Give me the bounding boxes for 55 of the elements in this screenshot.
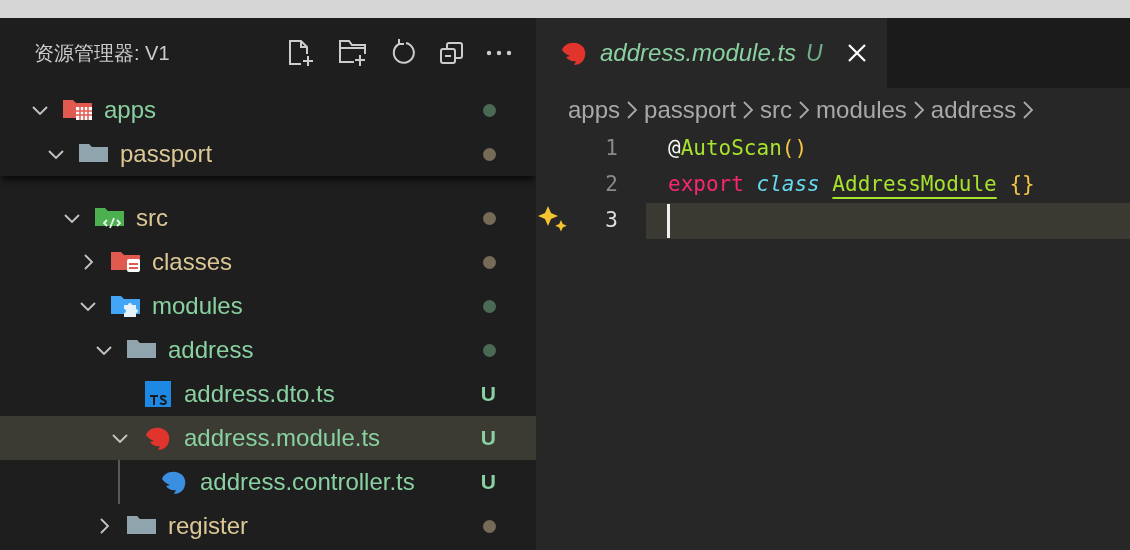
tree-item[interactable]: modules (0, 284, 536, 328)
text-cursor (667, 204, 670, 238)
tree-item[interactable]: address (0, 328, 536, 372)
chevron-right-icon (626, 99, 639, 120)
file-name: classes (152, 247, 233, 277)
breadcrumb[interactable]: apps (568, 91, 621, 128)
breadcrumb[interactable]: passport (644, 91, 737, 128)
typescript-file-icon (142, 381, 174, 407)
breadcrumb[interactable]: modules (816, 91, 907, 128)
tree-item[interactable]: address.module.ts U (0, 416, 536, 460)
tree-item[interactable]: classes (0, 240, 536, 284)
close-icon[interactable] (846, 43, 867, 63)
tab-title: address.module.ts (600, 38, 797, 68)
tree-item[interactable]: address.dto.ts U (0, 372, 536, 416)
file-name: address.dto.ts (184, 379, 335, 409)
file-name: passport (120, 139, 213, 169)
file-name: src (136, 203, 168, 233)
folder-grid-icon (62, 97, 94, 123)
chevron-right-icon (798, 99, 811, 120)
line-number: 1 (605, 135, 618, 163)
panel-title: 资源管理器: V1 (34, 41, 170, 66)
file-name: apps (104, 95, 157, 125)
tree-item[interactable]: passport (0, 132, 536, 176)
code-line: @AutoScan() (667, 135, 809, 163)
tree-item[interactable]: register (0, 504, 536, 548)
tree-item[interactable]: apps (0, 88, 536, 132)
tree-item[interactable]: src (0, 196, 536, 240)
file-name: address (168, 335, 254, 365)
folder-puzzle-icon (110, 293, 142, 319)
refresh-icon[interactable] (390, 39, 418, 67)
git-status-letter: U (806, 38, 823, 68)
chevron-right-icon (742, 99, 755, 120)
file-name: address.controller.ts (200, 467, 415, 497)
tree-item[interactable]: address.controller.ts U (0, 460, 536, 504)
editor-tab[interactable]: address.module.ts U (536, 18, 887, 88)
git-status-letter: U (480, 381, 496, 408)
folder-code-icon (94, 205, 126, 231)
folder-icon (110, 249, 142, 275)
git-status-letter: U (480, 469, 496, 496)
new-file-icon[interactable] (286, 38, 316, 68)
chevron-right-icon (912, 99, 925, 120)
chevron-right-icon (1022, 99, 1035, 120)
more-icon[interactable] (486, 50, 512, 56)
code-line: export class AddressModule {} (667, 171, 1036, 199)
file-name: address.module.ts (184, 423, 381, 453)
new-folder-icon[interactable] (337, 38, 369, 68)
git-status-letter: U (480, 425, 496, 452)
line-number: 3 (605, 207, 618, 235)
sparkle-icon[interactable] (538, 206, 568, 232)
line-number: 2 (605, 171, 618, 199)
file-name: register (168, 511, 249, 541)
breadcrumb[interactable]: address (930, 91, 1017, 128)
breadcrumb[interactable]: src (760, 91, 793, 128)
file-name: modules (152, 291, 243, 321)
collapse-all-icon[interactable] (439, 40, 465, 66)
